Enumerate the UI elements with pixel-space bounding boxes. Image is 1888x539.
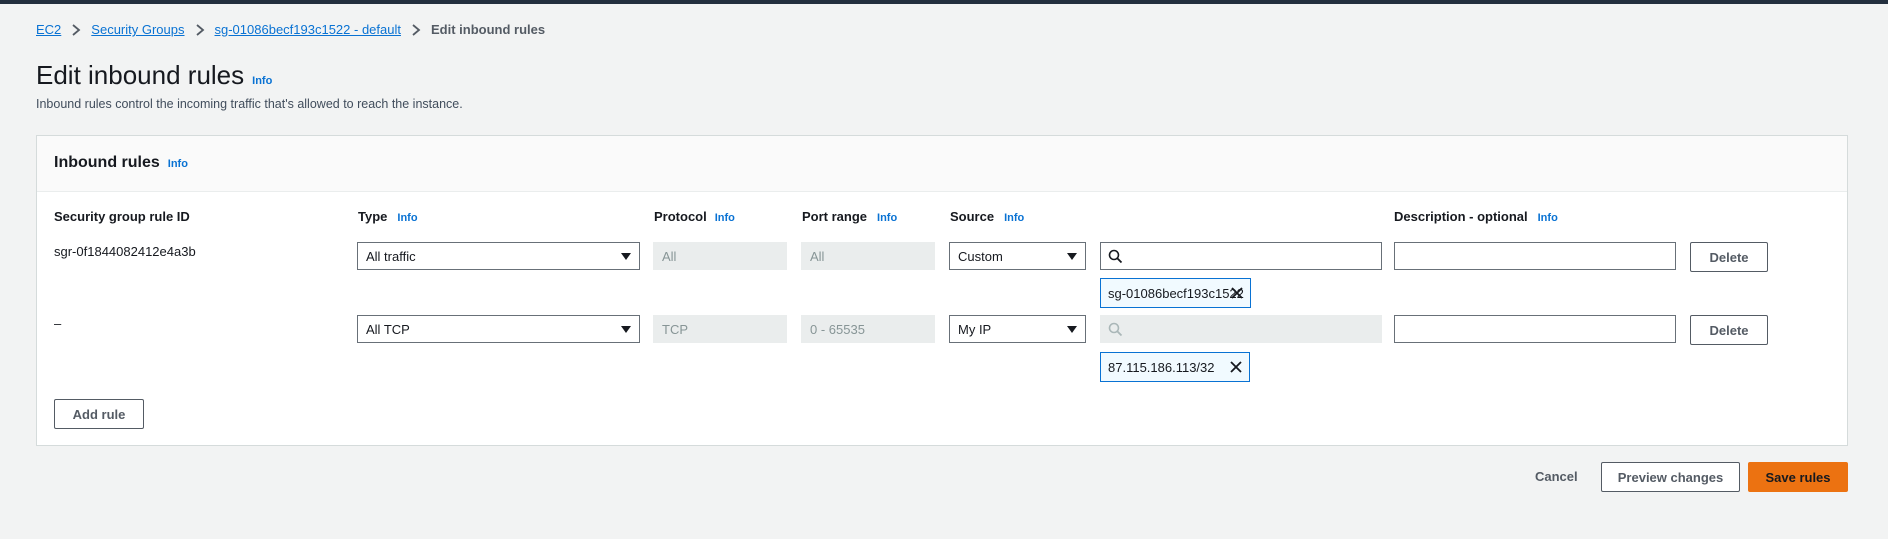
col-header-port-range-label: Port range (802, 209, 868, 224)
page-title: Edit inbound rules Info (36, 60, 272, 91)
protocol-info-link[interactable]: Info (715, 212, 735, 224)
caret-down-icon (1067, 326, 1077, 333)
breadcrumb: EC2 Security Groups sg-01086becf193c1522… (36, 22, 545, 37)
description-input[interactable] (1394, 242, 1676, 270)
source-select[interactable]: My IP (949, 315, 1086, 343)
source-select-value: My IP (958, 321, 992, 337)
port-range-field-value: 0 - 65535 (810, 321, 865, 337)
source-token: sg-01086becf193c1522 (1100, 278, 1251, 308)
port-range-field: 0 - 65535 (801, 315, 935, 343)
delete-button[interactable]: Delete (1690, 315, 1768, 345)
source-search-input[interactable] (1100, 242, 1382, 270)
port-range-field-value: All (810, 248, 825, 264)
panel-title: Inbound rules Info (54, 154, 188, 172)
source-token-label: sg-01086becf193c1522 (1108, 285, 1244, 301)
type-select[interactable]: All traffic (357, 242, 640, 270)
col-header-port-range: Port range Info (802, 209, 897, 224)
page-title-text: Edit inbound rules (36, 60, 245, 90)
col-header-rule-id: Security group rule ID (54, 209, 190, 224)
source-search-input (1100, 315, 1382, 343)
protocol-field-value: TCP (662, 321, 688, 337)
caret-down-icon (621, 253, 631, 260)
add-rule-button[interactable]: Add rule (54, 399, 144, 429)
cancel-button[interactable]: Cancel (1535, 469, 1578, 484)
preview-changes-button[interactable]: Preview changes (1601, 462, 1740, 492)
chevron-right-icon (61, 23, 91, 36)
search-icon (1108, 249, 1123, 269)
search-icon (1108, 322, 1123, 342)
description-info-link[interactable]: Info (1538, 212, 1558, 224)
source-token-label: 87.115.186.113/32 (1108, 359, 1215, 375)
panel-header: Inbound rules Info (37, 136, 1847, 192)
col-header-description-label: Description - optional (1394, 209, 1528, 224)
close-icon[interactable] (1230, 286, 1244, 303)
source-select-value: Custom (958, 248, 1003, 264)
col-header-type-label: Type (358, 209, 388, 224)
breadcrumb-security-groups[interactable]: Security Groups (91, 22, 184, 37)
source-token: 87.115.186.113/32 (1100, 352, 1250, 382)
caret-down-icon (1067, 253, 1077, 260)
col-header-description: Description - optional Info (1394, 209, 1558, 224)
col-header-source-label: Source (950, 209, 995, 224)
col-header-protocol: Protocol Info (654, 209, 735, 224)
page-info-link[interactable]: Info (252, 75, 272, 87)
protocol-field: TCP (653, 315, 787, 343)
panel-info-link[interactable]: Info (168, 158, 188, 170)
top-bar (0, 0, 1888, 4)
type-select-value: All traffic (366, 248, 416, 264)
col-header-rule-id-label: Security group rule ID (54, 209, 190, 224)
chevron-right-icon (401, 23, 431, 36)
type-select[interactable]: All TCP (357, 315, 640, 343)
protocol-field-value: All (662, 248, 677, 264)
col-header-type: Type Info (358, 209, 418, 224)
description-input[interactable] (1394, 315, 1676, 343)
col-header-protocol-label: Protocol (654, 209, 707, 224)
panel-title-text: Inbound rules (54, 154, 160, 171)
port-range-info-link[interactable]: Info (877, 212, 897, 224)
caret-down-icon (621, 326, 631, 333)
type-select-value: All TCP (366, 321, 410, 337)
delete-button[interactable]: Delete (1690, 242, 1768, 272)
breadcrumb-current: Edit inbound rules (430, 22, 546, 37)
rule-id-text: sgr-0f1844082412e4a3b (54, 244, 196, 259)
inbound-rules-panel: Inbound rules Info Security group rule I… (36, 135, 1848, 446)
save-rules-button[interactable]: Save rules (1748, 462, 1848, 492)
close-icon[interactable] (1229, 360, 1243, 377)
source-select[interactable]: Custom (949, 242, 1086, 270)
source-info-link[interactable]: Info (1004, 212, 1024, 224)
type-info-link[interactable]: Info (397, 212, 417, 224)
breadcrumb-ec2[interactable]: EC2 (36, 22, 61, 37)
port-range-field: All (801, 242, 935, 270)
breadcrumb-security-group[interactable]: sg-01086becf193c1522 - default (215, 22, 401, 37)
page-description: Inbound rules control the incoming traff… (36, 97, 463, 111)
col-header-source: Source Info (950, 209, 1024, 224)
chevron-right-icon (185, 23, 215, 36)
protocol-field: All (653, 242, 787, 270)
rule-id-text: – (54, 316, 62, 331)
